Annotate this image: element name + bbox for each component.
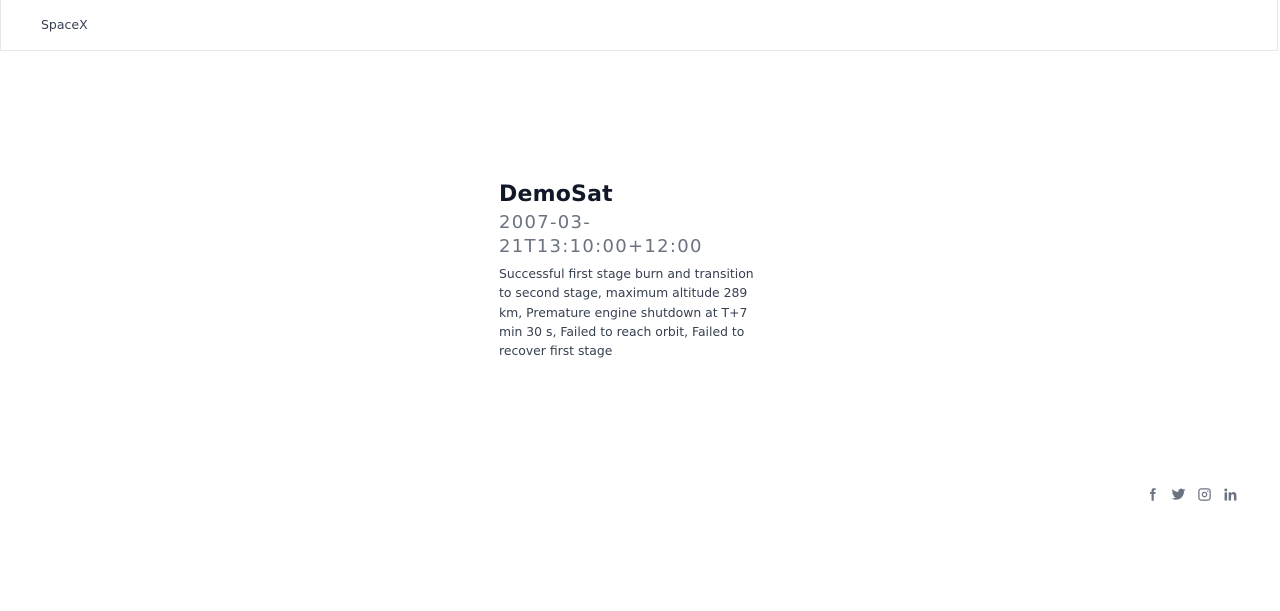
instagram-icon: [1198, 488, 1211, 501]
instagram-link[interactable]: [1197, 486, 1212, 503]
brand-link[interactable]: SpaceX: [41, 17, 88, 33]
launch-date: 2007-03-21T13:10:00+12:00: [499, 212, 703, 257]
mission-title: DemoSat: [499, 182, 613, 207]
twitter-icon: [1171, 488, 1186, 500]
facebook-link[interactable]: [1145, 486, 1160, 503]
top-navbar: SpaceX: [0, 0, 1278, 51]
social-links: [1145, 486, 1238, 503]
mission-details: Successful first stage burn and transiti…: [499, 266, 754, 359]
linkedin-icon: [1224, 488, 1237, 501]
twitter-link[interactable]: [1171, 486, 1186, 503]
linkedin-link[interactable]: [1223, 486, 1238, 503]
mission-card: DemoSat 2007-03-21T13:10:00+12:00 Succes…: [499, 181, 774, 360]
facebook-icon: [1150, 488, 1156, 501]
